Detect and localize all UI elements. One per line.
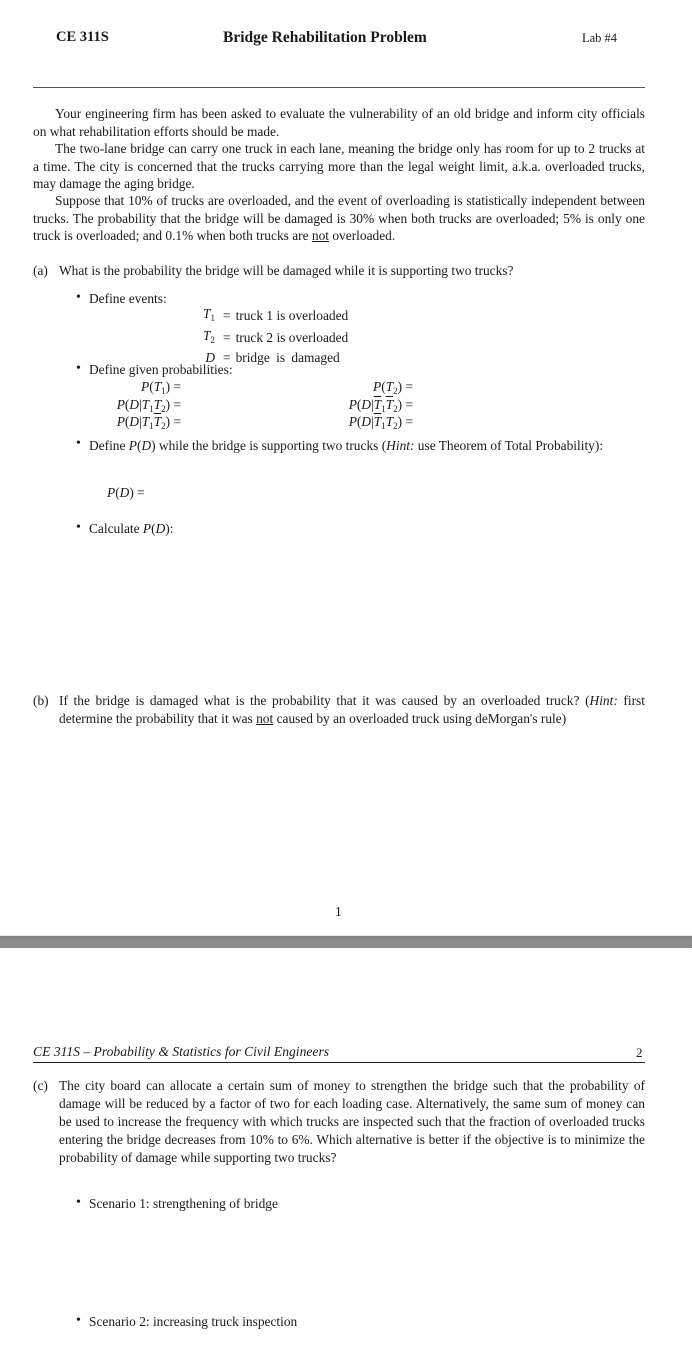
part-a-question: (a) What is the probability the bridge w… — [33, 263, 514, 278]
prob-t2: P(T2) = — [373, 379, 413, 396]
page-separator — [0, 935, 692, 949]
page-number-1: 1 — [335, 904, 342, 919]
scenario-2-label: Scenario 2: increasing truck inspection — [89, 1314, 298, 1329]
lab-number: Lab #4 — [582, 31, 618, 45]
event-row: T2 = truck 2 is overloaded — [203, 328, 349, 345]
bullet-icon: • — [76, 290, 81, 305]
bullet-icon: • — [76, 436, 81, 451]
header-rule — [33, 87, 645, 88]
define-probabilities-label: Define given probabilities: — [89, 362, 233, 377]
intro-paragraph-2: The two-lane bridge can carry one truck … — [33, 141, 645, 192]
course-code: CE 311S — [56, 29, 109, 45]
part-a-label: (a) — [33, 263, 48, 278]
course-running-title: CE 311S – Probability & Statistics for C… — [33, 1044, 330, 1059]
calculate-pd-label: Calculate P(D): — [89, 521, 174, 536]
prob-d-given-not-t1-t2: P(D|T1T2) = — [348, 414, 413, 431]
events-definition-table: T1 = truck 1 is overloaded T2 = truck 2 … — [175, 305, 348, 367]
bullet-icon: • — [76, 361, 81, 376]
part-b-question: (b) If the bridge is damaged what is the… — [33, 693, 645, 726]
emphasis-not: not — [256, 711, 274, 726]
page-1: CE 311S Bridge Rehabilitation Problem La… — [0, 0, 692, 935]
define-events-label: Define events: — [89, 291, 167, 306]
intro-paragraph-1: Your engineering firm has been asked to … — [33, 106, 645, 139]
pd-expression: P(D) = — [107, 485, 145, 500]
bullet-icon: • — [76, 1313, 81, 1328]
scenario-1-label: Scenario 1: strengthening of bridge — [89, 1196, 278, 1211]
event-row: T1 = truck 1 is overloaded — [203, 306, 349, 323]
define-pd-instruction: Define P(D) while the bridge is supporti… — [89, 438, 604, 453]
prob-t1: P(T1) = — [141, 379, 181, 396]
page-number-2: 2 — [636, 1045, 643, 1060]
emphasis-not: not — [311, 228, 330, 244]
part-c-label: (c) — [33, 1078, 48, 1093]
intro-paragraph-3: Suppose that 10% of trucks are overloade… — [33, 193, 645, 244]
running-title-rule — [33, 1062, 645, 1063]
bullet-icon: • — [76, 520, 81, 535]
document-title: Bridge Rehabilitation Problem — [223, 29, 427, 46]
bullet-icon: • — [76, 1195, 81, 1210]
part-c-question: (c) The city board can allocate a certai… — [33, 1078, 645, 1165]
part-b-label: (b) — [33, 693, 49, 708]
prob-d-given-t1-not-t2: P(D|T1T2) = — [116, 414, 181, 431]
